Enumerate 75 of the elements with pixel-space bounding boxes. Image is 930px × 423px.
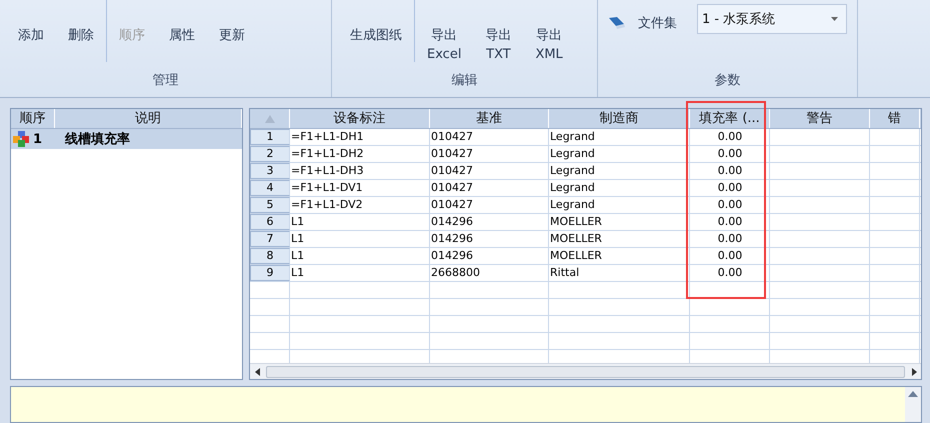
table-cell: MOELLER <box>549 214 690 230</box>
table-cell: L1 <box>290 265 430 281</box>
ribbon-button[interactable]: 更新 <box>207 26 257 68</box>
table-cell: =F1+L1-DH1 <box>290 129 430 145</box>
table-cell: 014296 <box>430 231 549 247</box>
row-number[interactable]: 2 <box>250 146 290 162</box>
column-header[interactable]: 设备标注 <box>290 109 430 128</box>
table-cell: 010427 <box>430 180 549 196</box>
scrollbar-thumb[interactable] <box>266 366 905 378</box>
order-number: 1 <box>33 132 44 146</box>
row-number[interactable]: 1 <box>250 129 290 145</box>
table-cell: Legrand <box>549 163 690 179</box>
table-cell: L1 <box>290 231 430 247</box>
table-cell: 0.00 <box>690 197 770 213</box>
table-cell: MOELLER <box>549 231 690 247</box>
table-cell: Rittal <box>549 265 690 281</box>
table-cell: 0.00 <box>690 248 770 264</box>
field-label: 文件集 <box>638 15 677 32</box>
table-cell: 014296 <box>430 248 549 264</box>
ribbon-button[interactable]: 删除 <box>56 26 106 68</box>
table-cell: 0.00 <box>690 180 770 196</box>
column-header[interactable]: 填充率 (... <box>690 109 770 128</box>
column-header[interactable]: 错 <box>870 109 920 128</box>
ribbon-button[interactable]: 导出 Excel <box>415 26 474 68</box>
row-number[interactable]: 9 <box>250 265 290 281</box>
ribbon-button[interactable]: 添加 <box>6 26 56 68</box>
table-cell: 010427 <box>430 197 549 213</box>
table-cell: 0.00 <box>690 163 770 179</box>
table-cell: =F1+L1-DH2 <box>290 146 430 162</box>
group-label: 编辑 <box>450 72 478 90</box>
table-cell: L1 <box>290 248 430 264</box>
row-number[interactable]: 7 <box>250 231 290 247</box>
ribbon-button[interactable]: 导出 TXT <box>473 26 524 68</box>
ribbon-button[interactable]: 属性 <box>157 26 207 68</box>
table-cell: =F1+L1-DV2 <box>290 197 430 213</box>
column-header[interactable]: 警告 <box>770 109 870 128</box>
table-cell: Legrand <box>549 180 690 196</box>
group-label: 管理 <box>152 72 180 90</box>
book-icon <box>608 16 626 30</box>
scroll-up-icon[interactable] <box>908 391 918 397</box>
file-set-dropdown[interactable]: 1 - 水泵系统 <box>697 4 847 34</box>
ribbon-button[interactable]: 生成图纸 <box>338 26 414 68</box>
caret-icon <box>831 17 838 21</box>
table-cell: =F1+L1-DV1 <box>290 180 430 196</box>
table-cell: 0.00 <box>690 146 770 162</box>
table-cell: 0.00 <box>690 231 770 247</box>
table-cell: Legrand <box>549 197 690 213</box>
group-label: 参数 <box>714 72 742 90</box>
table-cell: 2668800 <box>430 265 549 281</box>
column-header[interactable]: 制造商 <box>549 109 690 128</box>
list-item[interactable]: 1 线槽填充率 <box>11 129 242 149</box>
table-cell: MOELLER <box>549 248 690 264</box>
table-cell: L1 <box>290 214 430 230</box>
row-number[interactable]: 5 <box>250 197 290 213</box>
table-cell: =F1+L1-DH3 <box>290 163 430 179</box>
column-header[interactable]: 基准 <box>430 109 549 128</box>
column-header[interactable]: 顺序 <box>11 109 55 128</box>
table-cell: 010427 <box>430 129 549 145</box>
column-header[interactable]: 说明 <box>55 109 242 128</box>
sort-icon <box>264 114 274 122</box>
table-cell: 010427 <box>430 146 549 162</box>
table-cell: 010427 <box>430 163 549 179</box>
table-cell: 014296 <box>430 214 549 230</box>
cubes-icon <box>13 131 31 147</box>
row-number[interactable]: 8 <box>250 248 290 264</box>
row-number[interactable]: 3 <box>250 163 290 179</box>
row-number[interactable]: 4 <box>250 180 290 196</box>
item-description: 线槽填充率 <box>65 130 130 148</box>
table-cell: Legrand <box>549 129 690 145</box>
table-cell: Legrand <box>549 146 690 162</box>
table-cell: 0.00 <box>690 129 770 145</box>
table-cell: 0.00 <box>690 265 770 281</box>
row-number[interactable]: 6 <box>250 214 290 230</box>
ribbon-button[interactable]: 导出 XML <box>523 26 575 68</box>
table-cell: 0.00 <box>690 214 770 230</box>
